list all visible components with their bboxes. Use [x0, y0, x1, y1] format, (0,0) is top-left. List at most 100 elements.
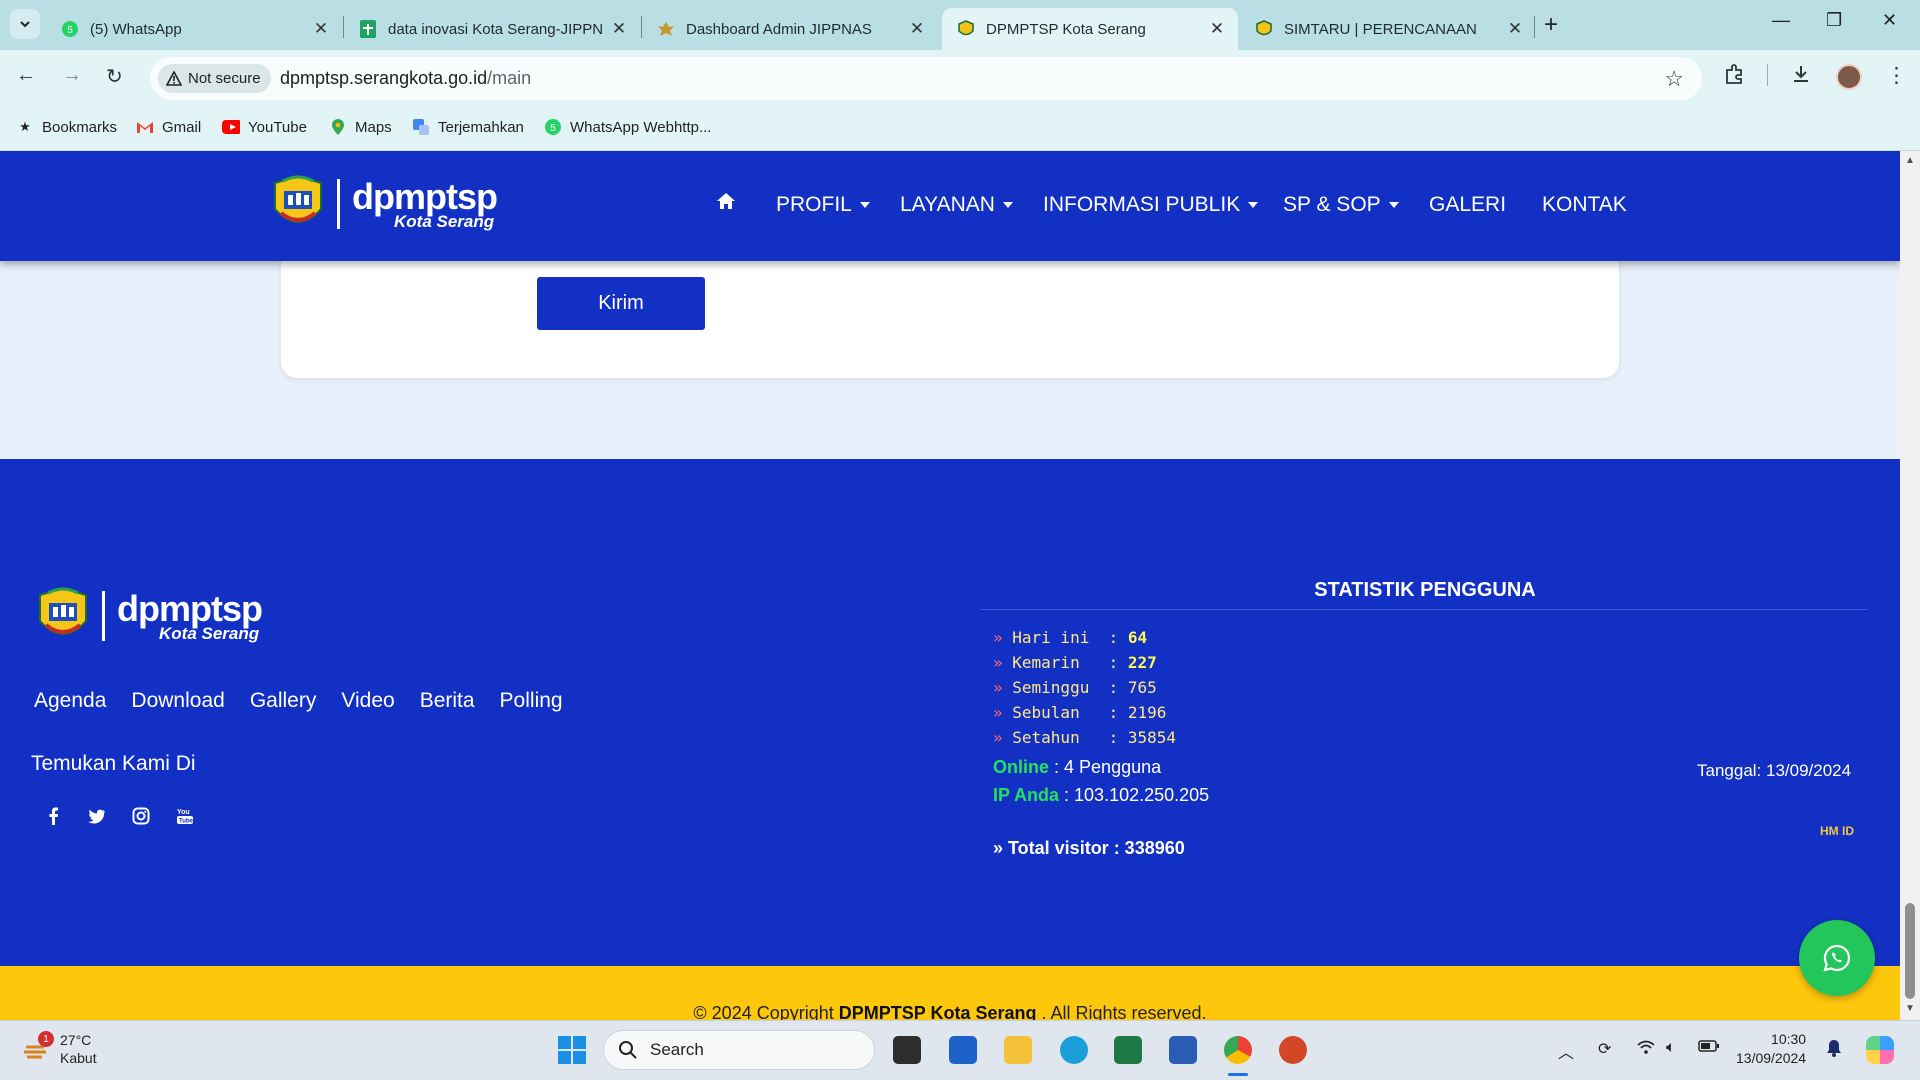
security-chip[interactable]: Not secure [158, 64, 271, 93]
restore-icon[interactable]: ❐ [1826, 10, 1842, 31]
copyright-org: DPMPTSP Kota Serang [838, 1003, 1037, 1020]
bullet-icon: » [993, 678, 1013, 697]
download-icon[interactable] [1790, 63, 1812, 91]
tab-whatsapp[interactable]: 5 (5) WhatsApp ✕ [46, 8, 342, 50]
chrome-icon[interactable] [1224, 1036, 1252, 1064]
minimize-icon[interactable]: — [1772, 10, 1790, 31]
stat-value: 35854 [1127, 728, 1177, 747]
excel-icon[interactable] [1114, 1036, 1142, 1064]
youtube-icon[interactable]: You Tube [176, 807, 194, 825]
notification-bell-icon[interactable] [1826, 1039, 1842, 1062]
new-tab-icon[interactable]: + [1544, 11, 1558, 39]
wifi-icon[interactable] [1636, 1039, 1656, 1060]
scroll-thumb[interactable] [1905, 903, 1915, 999]
task-view-icon[interactable] [893, 1036, 921, 1064]
bookmark-maps[interactable]: Maps [329, 118, 392, 136]
chevron-up-icon[interactable]: ︿ [1558, 1039, 1574, 1063]
gmail-icon [136, 118, 154, 136]
close-icon[interactable]: ✕ [312, 19, 330, 39]
online-value: 4 Pengguna [1064, 757, 1162, 777]
nav-sp-sop[interactable]: SP & SOP [1283, 193, 1399, 217]
nav-profil[interactable]: PROFIL [776, 193, 870, 217]
site-logo[interactable]: dpmptsp Kota Serang [271, 175, 498, 233]
footer-link-video[interactable]: Video [341, 689, 394, 713]
footer-link-download[interactable]: Download [131, 689, 224, 713]
tab-data-inovasi[interactable]: data inovasi Kota Serang-JIPPN ✕ [344, 8, 640, 50]
footer-link-berita[interactable]: Berita [420, 689, 475, 713]
footer-logo[interactable]: dpmptsp Kota Serang [36, 587, 263, 645]
tab-title: (5) WhatsApp [90, 20, 182, 38]
nav-informasi-publik[interactable]: INFORMASI PUBLIK [1043, 193, 1259, 217]
instagram-icon[interactable] [132, 807, 150, 825]
whatsapp-icon [1823, 944, 1851, 972]
stat-row: » Hari ini : 64 [993, 625, 1176, 650]
bookmark-star-icon[interactable]: ☆ [1664, 66, 1684, 92]
scroll-down-icon[interactable]: ▼ [1905, 1003, 1915, 1014]
hm-id-link[interactable]: HM ID [1820, 824, 1854, 838]
facebook-icon[interactable] [44, 807, 62, 825]
scroll-up-icon[interactable]: ▲ [1905, 155, 1915, 166]
bookmark-gmail[interactable]: Gmail [136, 118, 201, 136]
forward-icon[interactable]: → [62, 64, 82, 87]
word-icon[interactable] [1169, 1036, 1197, 1064]
taskbar-search[interactable]: Search [603, 1030, 875, 1070]
volume-icon[interactable]: 🔈︎ [1666, 1039, 1676, 1057]
powerpoint-icon[interactable] [1279, 1036, 1307, 1064]
bookmark-whatsapp-web[interactable]: 5 WhatsApp Webhttp... [544, 118, 711, 136]
close-icon[interactable]: ✕ [1506, 19, 1524, 39]
tab-dpmptsp-active[interactable]: DPMPTSP Kota Serang ✕ [942, 8, 1238, 50]
browser-tab-strip: 5 (5) WhatsApp ✕ data inovasi Kota Seran… [0, 0, 1920, 50]
edge-icon[interactable] [1060, 1036, 1088, 1064]
close-window-icon[interactable]: ✕ [1882, 10, 1897, 31]
reload-icon[interactable]: ↻ [106, 64, 123, 89]
weather-widget[interactable]: 1 27°C Kabut [22, 1031, 97, 1067]
file-explorer-icon[interactable] [1004, 1036, 1032, 1064]
nav-kontak[interactable]: KONTAK [1542, 193, 1627, 217]
whatsapp-chat-button[interactable] [1799, 920, 1875, 996]
close-icon[interactable]: ✕ [1208, 19, 1226, 39]
tab-dashboard-admin[interactable]: Dashboard Admin JIPPNAS ✕ [642, 8, 938, 50]
close-icon[interactable]: ✕ [908, 19, 926, 39]
copilot-icon[interactable] [1866, 1036, 1894, 1064]
page-scrollbar[interactable]: ▲ ▼ [1900, 151, 1920, 1020]
nav-layanan[interactable]: LAYANAN [900, 193, 1013, 217]
stat-row: » Sebulan : 2196 [993, 700, 1176, 725]
kirim-button[interactable]: Kirim [537, 277, 705, 330]
copyright-prefix: © 2024 Copyright [693, 1003, 834, 1020]
kota-serang-crest-icon [39, 587, 87, 635]
twitter-icon[interactable] [88, 807, 106, 825]
tab-simtaru[interactable]: SIMTARU | PERENCANAAN ✕ [1240, 8, 1536, 50]
extensions-icon[interactable] [1724, 63, 1746, 91]
tab-title: data inovasi Kota Serang-JIPPN [388, 20, 604, 38]
nav-home-icon[interactable] [716, 191, 736, 217]
nav-label: LAYANAN [900, 193, 995, 216]
nav-galeri[interactable]: GALERI [1429, 193, 1506, 217]
tab-search-button[interactable] [10, 9, 40, 39]
bookmark-youtube[interactable]: YouTube [222, 118, 307, 136]
logo-main-text: dpmptsp [117, 587, 263, 629]
bookmark-terjemahkan[interactable]: Terjemahkan [412, 118, 524, 136]
address-bar[interactable]: Not secure dpmptsp.serangkota.go.id/main… [150, 57, 1702, 100]
url-text[interactable]: dpmptsp.serangkota.go.id/main [280, 68, 531, 89]
youtube-icon [222, 118, 240, 136]
bookmark-label: Terjemahkan [438, 118, 524, 136]
back-icon[interactable]: ← [16, 64, 36, 87]
footer-link-agenda[interactable]: Agenda [34, 689, 106, 713]
nav-label: SP & SOP [1283, 193, 1381, 216]
bookmark-label: Gmail [162, 118, 202, 136]
sync-icon[interactable]: ⟳ [1598, 1039, 1611, 1059]
weather-icon: 1 [22, 1031, 54, 1063]
footer-link-gallery[interactable]: Gallery [250, 689, 317, 713]
battery-icon[interactable] [1698, 1039, 1720, 1057]
close-icon[interactable]: ✕ [610, 19, 628, 39]
windows-start-icon[interactable] [557, 1035, 586, 1064]
search-icon [619, 1041, 637, 1059]
stat-separator: : [1079, 728, 1128, 747]
microsoft-store-icon[interactable] [949, 1036, 977, 1064]
footer-link-polling[interactable]: Polling [500, 689, 563, 713]
profile-avatar[interactable] [1836, 64, 1862, 90]
system-clock[interactable]: 10:30 13/09/2024 [1736, 1030, 1806, 1068]
bookmark-bookmarks[interactable]: ★ Bookmarks [16, 118, 117, 136]
menu-kebab-icon[interactable]: ⋮ [1886, 63, 1907, 88]
stat-row: » Seminggu : 765 [993, 675, 1176, 700]
